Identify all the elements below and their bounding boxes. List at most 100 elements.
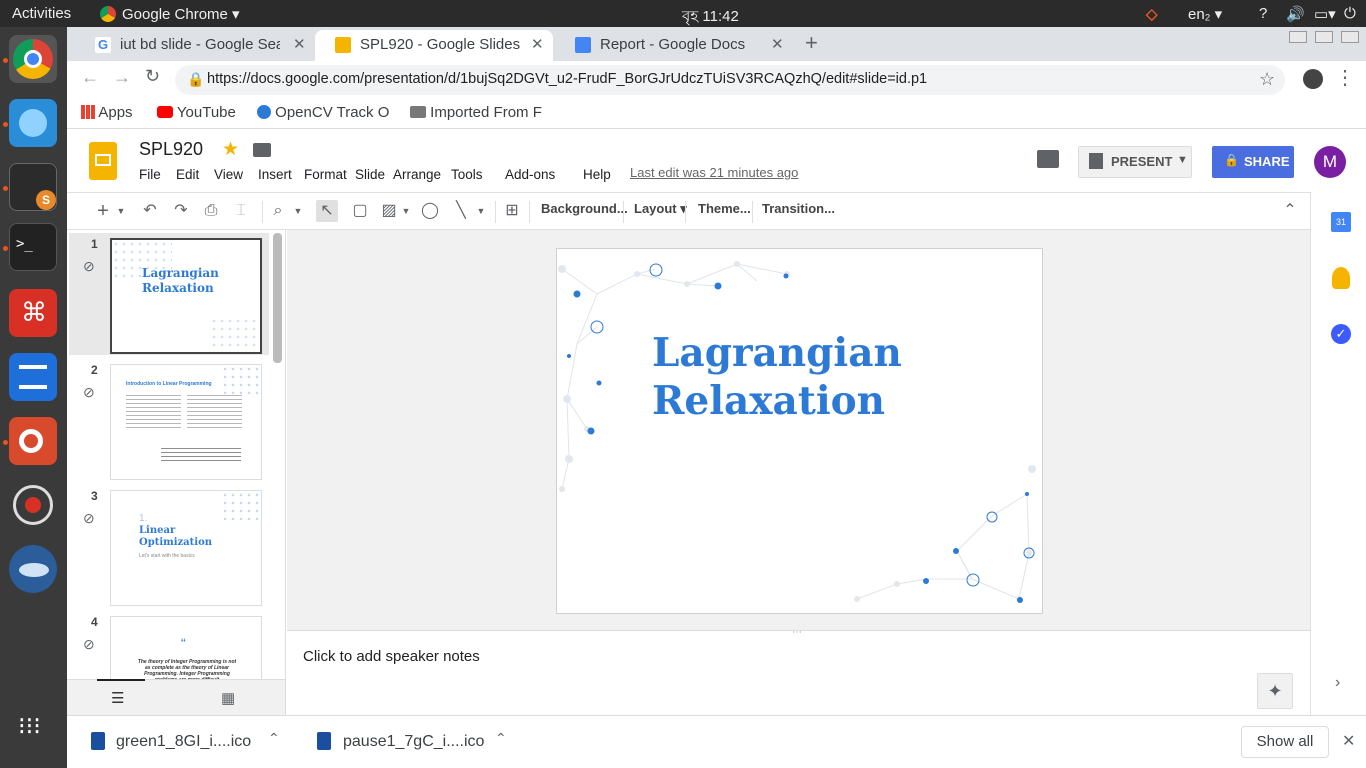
current-slide[interactable]: Lagrangian Relaxation xyxy=(556,248,1043,614)
tasks-icon[interactable]: ✓ xyxy=(1331,324,1351,344)
pdf-reader-icon[interactable]: ⌘ xyxy=(9,289,57,337)
speaker-notes-input[interactable]: Click to add speaker notes xyxy=(303,648,480,665)
last-edit-link[interactable]: Last edit was 21 minutes ago xyxy=(630,165,798,180)
filmstrip-view-icon[interactable]: ☰ xyxy=(111,689,124,707)
resize-handle[interactable]: ⋯ xyxy=(792,627,802,638)
menu-slide[interactable]: Slide xyxy=(355,167,385,182)
show-apps-icon[interactable]: ⁝⁝⁝ xyxy=(18,715,48,752)
text-box-icon[interactable]: ▢ xyxy=(349,200,371,222)
comment-add-icon[interactable]: ⊞ xyxy=(501,200,523,222)
star-icon[interactable]: ☆ xyxy=(1259,69,1275,90)
indicator-icon[interactable]: ◇ xyxy=(1146,5,1158,23)
explore-icon[interactable]: ✦ xyxy=(1257,673,1293,709)
menu-insert[interactable]: Insert xyxy=(258,167,292,182)
forward-icon[interactable]: → xyxy=(113,67,131,88)
slides-logo[interactable] xyxy=(89,142,117,180)
chevron-down-icon[interactable]: ▼ xyxy=(476,200,486,222)
power-icon[interactable]: ⏻ xyxy=(1344,5,1356,22)
chevron-down-icon[interactable]: ▼ xyxy=(116,200,126,222)
chevron-right-icon[interactable]: › xyxy=(1335,674,1340,692)
omnibox[interactable]: 🔒 https://docs.google.com/presentation/d… xyxy=(175,65,1285,95)
slide-thumbnail-3[interactable]: 1. Linear Optimization Let's start with … xyxy=(110,490,262,606)
tab-slides[interactable]: SPL920 - Google Slides ✕ xyxy=(315,30,553,61)
folder-icon[interactable] xyxy=(253,143,271,157)
undo-icon[interactable]: ↶ xyxy=(139,200,161,222)
terminal-icon[interactable]: >_ xyxy=(9,223,57,271)
link-icon[interactable]: ⊘ xyxy=(83,636,95,653)
maximize-button[interactable] xyxy=(1315,31,1333,43)
link-icon[interactable]: ⊘ xyxy=(83,384,95,401)
bookmark-apps[interactable]: Apps xyxy=(81,104,133,121)
close-icon[interactable]: ✕ xyxy=(1342,731,1355,751)
menu-file[interactable]: File xyxy=(139,167,161,182)
calendar-icon[interactable]: 31 xyxy=(1331,212,1351,232)
comments-icon[interactable] xyxy=(1037,150,1059,168)
slide-thumbnail-2[interactable]: Introduction to Linear Programming xyxy=(110,364,262,480)
bookmark-opencv[interactable]: OpenCV Track O xyxy=(257,104,389,121)
keyboard-layout[interactable]: en₂ ▾ xyxy=(1188,5,1222,23)
finder-icon[interactable] xyxy=(9,99,57,147)
tab-google-search[interactable]: G iut bd slide - Google Searc ✕ xyxy=(75,30,313,61)
print-icon[interactable]: ⎙ xyxy=(200,200,222,222)
app-menu[interactable]: Google Chrome ▾ xyxy=(122,5,240,23)
present-button[interactable]: PRESENT ▼ xyxy=(1078,146,1192,178)
line-icon[interactable]: ╲ xyxy=(450,200,472,222)
close-icon[interactable]: ✕ xyxy=(293,35,306,53)
slide-title[interactable]: Lagrangian Relaxation xyxy=(652,329,902,425)
close-window-button[interactable] xyxy=(1341,31,1359,43)
redo-icon[interactable]: ↷ xyxy=(170,200,192,222)
shape-icon[interactable]: ◯ xyxy=(419,200,441,222)
network-icon[interactable] xyxy=(9,481,57,529)
menu-help[interactable]: Help xyxy=(583,167,611,182)
new-tab-button[interactable]: + xyxy=(805,30,818,56)
transition-button[interactable]: Transition... xyxy=(762,201,835,216)
chevron-up-icon[interactable]: ⌃ xyxy=(268,730,280,747)
dock-chrome[interactable] xyxy=(9,35,57,83)
zoom-icon[interactable]: ⌕ xyxy=(267,200,289,222)
grid-view-icon[interactable]: ▦ xyxy=(221,689,235,707)
select-icon[interactable]: ↖ xyxy=(316,200,338,222)
volume-icon[interactable]: 🔊 xyxy=(1286,5,1305,23)
layout-button[interactable]: Layout ▾ xyxy=(634,201,687,217)
bookmark-youtube[interactable]: YouTube xyxy=(157,104,236,121)
link-icon[interactable]: ⊘ xyxy=(83,258,95,275)
chevron-up-icon[interactable]: ⌃ xyxy=(495,730,507,747)
minimize-button[interactable] xyxy=(1289,31,1307,43)
link-icon[interactable]: ⊘ xyxy=(83,510,95,527)
close-icon[interactable]: ✕ xyxy=(531,35,544,53)
theme-button[interactable]: Theme... xyxy=(698,201,751,216)
close-icon[interactable]: ✕ xyxy=(771,35,784,53)
sublime-text-icon[interactable]: S xyxy=(9,163,57,211)
writer-icon[interactable] xyxy=(9,353,57,401)
battery-icon[interactable]: ▭▾ xyxy=(1314,5,1336,23)
menu-edit[interactable]: Edit xyxy=(176,167,199,182)
slide-thumbnail-1[interactable]: Lagrangian Relaxation xyxy=(110,238,262,354)
show-all-button[interactable]: Show all xyxy=(1241,726,1329,758)
collapse-toolbar-icon[interactable]: ⌃ xyxy=(1279,200,1301,222)
profile-avatar[interactable] xyxy=(1303,69,1323,89)
new-slide-icon[interactable]: + xyxy=(92,200,114,222)
star-icon[interactable]: ★ xyxy=(222,138,239,161)
background-button[interactable]: Background... xyxy=(541,201,628,216)
activities-button[interactable]: Activities xyxy=(12,5,71,22)
menu-format[interactable]: Format xyxy=(304,167,347,182)
account-avatar[interactable]: M xyxy=(1314,146,1346,178)
download-item-2[interactable]: pause1_7gC_i....ico ⌃ xyxy=(313,728,513,758)
chevron-down-icon[interactable]: ▼ xyxy=(401,200,411,222)
bookmark-folder-imported[interactable]: Imported From F xyxy=(410,104,542,121)
chevron-down-icon[interactable]: ▼ xyxy=(1177,154,1188,166)
share-button[interactable]: 🔒 SHARE xyxy=(1212,146,1294,178)
menu-dots-icon[interactable]: ⋮ xyxy=(1335,65,1355,90)
tab-docs[interactable]: Report - Google Docs ✕ xyxy=(555,30,793,61)
shark-icon[interactable] xyxy=(9,545,57,593)
menu-view[interactable]: View xyxy=(214,167,243,182)
help-icon[interactable]: ? xyxy=(1259,5,1267,22)
back-icon[interactable]: ← xyxy=(81,67,99,88)
menu-add-ons[interactable]: Add-ons xyxy=(505,167,555,182)
download-item-1[interactable]: green1_8GI_i....ico ⌃ xyxy=(87,728,287,758)
image-icon[interactable]: ▨ xyxy=(378,200,400,222)
doc-title[interactable]: SPL920 xyxy=(139,139,203,160)
menu-arrange[interactable]: Arrange xyxy=(393,167,441,182)
reload-icon[interactable]: ↻ xyxy=(145,66,160,87)
chevron-down-icon[interactable]: ▼ xyxy=(293,200,303,222)
